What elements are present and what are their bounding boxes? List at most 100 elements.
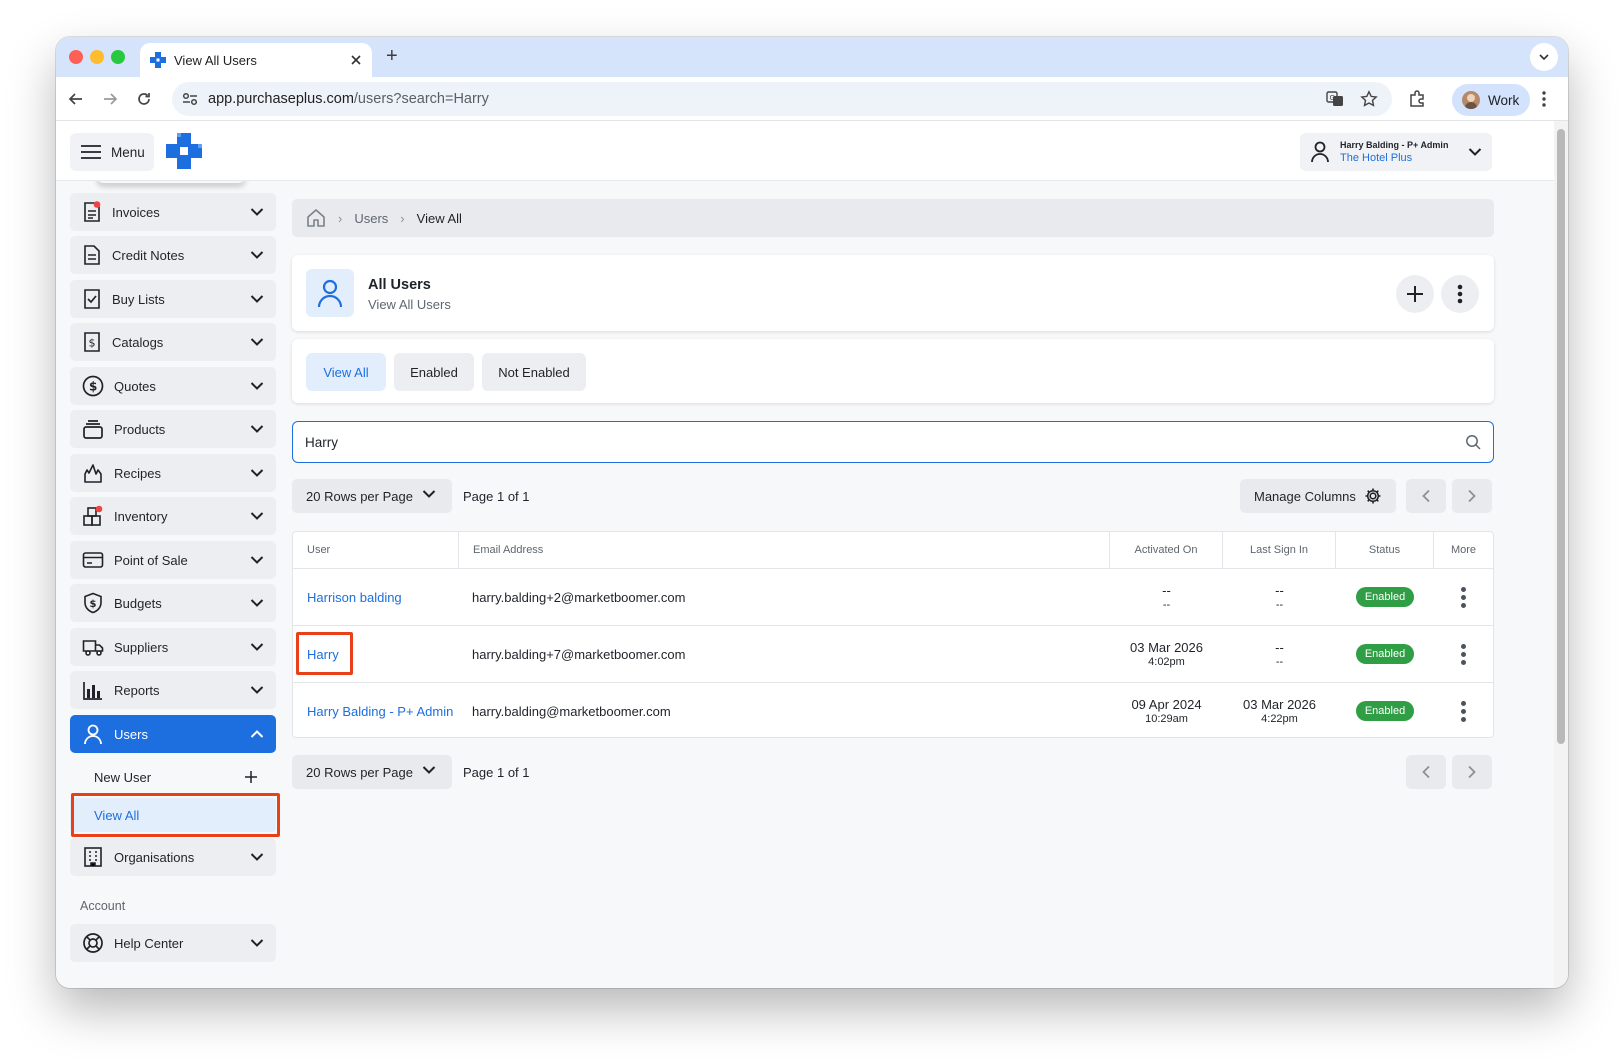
user-icon xyxy=(317,279,343,308)
page-info: Page 1 of 1 xyxy=(463,489,530,504)
scrollbar-thumb[interactable] xyxy=(1557,129,1565,744)
sidebar-item-invoices[interactable]: Invoices xyxy=(70,193,276,231)
sidebar-item-label: Organisations xyxy=(114,849,195,865)
status-badge: Enabled xyxy=(1355,587,1415,607)
activated-on-cell: 09 Apr 2024 10:29am xyxy=(1131,696,1202,725)
chevron-down-icon xyxy=(250,469,264,477)
user-icon xyxy=(84,724,102,745)
sidebar-item-label: Point of Sale xyxy=(114,552,188,568)
user-link[interactable]: Harry Balding - P+ Admin xyxy=(307,704,453,719)
tab-view-all[interactable]: View All xyxy=(306,353,386,391)
user-link[interactable]: Harrison balding xyxy=(307,590,402,605)
profile-button[interactable]: Work xyxy=(1452,84,1530,116)
vertical-dots-icon xyxy=(1457,284,1463,304)
manage-columns-button[interactable]: Manage Columns xyxy=(1240,479,1396,513)
browser-tab[interactable]: View All Users xyxy=(140,43,372,77)
vertical-dots-icon xyxy=(1461,700,1466,722)
sidebar-item-suppliers[interactable]: Suppliers xyxy=(70,628,276,666)
sidebar-item-catalogs[interactable]: $ Catalogs xyxy=(70,323,276,361)
sidebar-item-label: Catalogs xyxy=(112,334,164,350)
site-settings-icon[interactable] xyxy=(182,92,198,106)
page-subtitle: View All Users xyxy=(368,297,451,312)
sidebar-item-reports[interactable]: Reports xyxy=(70,671,276,709)
chevron-left-icon xyxy=(1422,765,1430,779)
next-page-button[interactable] xyxy=(1452,479,1492,513)
column-header-user[interactable]: User xyxy=(293,532,459,568)
sidebar-item-budgets[interactable]: $ Budgets xyxy=(70,584,276,622)
sidebar-item-inventory[interactable]: Inventory xyxy=(70,497,276,535)
vertical-dots-icon xyxy=(1461,643,1466,665)
column-header-last-sign-in[interactable]: Last Sign In xyxy=(1223,532,1336,568)
svg-text:G: G xyxy=(1330,94,1335,102)
tab-search-button[interactable] xyxy=(1530,43,1558,71)
extensions-icon[interactable] xyxy=(1408,90,1426,108)
catalog-dollar-icon: $ xyxy=(84,332,100,352)
user-account-dropdown[interactable]: Harry Balding - P+ Admin The Hotel Plus xyxy=(1300,133,1492,171)
previous-page-button-bottom[interactable] xyxy=(1406,755,1446,789)
reload-button[interactable] xyxy=(132,87,156,111)
browser-menu-button[interactable] xyxy=(1532,87,1556,111)
row-more-button[interactable] xyxy=(1434,626,1493,682)
sidebar-item-products[interactable]: Products xyxy=(70,410,276,448)
search-icon[interactable] xyxy=(1465,434,1481,450)
sidebar-item-recipes[interactable]: Recipes xyxy=(70,454,276,492)
url-field[interactable]: app.purchaseplus.com/users?search=Harry … xyxy=(172,82,1392,116)
more-actions-button[interactable] xyxy=(1441,275,1479,313)
sidebar-item-label: Budgets xyxy=(114,595,162,611)
purchaseplus-logo[interactable] xyxy=(166,133,202,169)
translate-icon[interactable]: G xyxy=(1326,91,1344,107)
vertical-dots-icon xyxy=(1542,91,1546,107)
row-more-button[interactable] xyxy=(1434,683,1493,739)
highlight-box-harry xyxy=(296,632,353,675)
column-header-email[interactable]: Email Address xyxy=(459,532,1110,568)
breadcrumb-users[interactable]: Users xyxy=(354,211,388,226)
new-tab-button[interactable]: + xyxy=(386,45,398,68)
tab-strip: View All Users + xyxy=(56,37,1568,77)
add-user-button[interactable] xyxy=(1396,275,1434,313)
close-tab-icon[interactable] xyxy=(350,54,362,66)
sidebar-item-organisations[interactable]: Organisations xyxy=(70,838,276,876)
search-field[interactable] xyxy=(292,421,1494,463)
chevron-down-icon xyxy=(250,295,264,303)
back-button[interactable] xyxy=(64,87,88,111)
address-bar-row: app.purchaseplus.com/users?search=Harry … xyxy=(56,77,1568,121)
sidebar-item-point-of-sale[interactable]: Point of Sale xyxy=(70,541,276,579)
arrow-left-icon xyxy=(68,93,82,105)
close-window-button[interactable] xyxy=(69,50,83,64)
tab-enabled[interactable]: Enabled xyxy=(394,353,474,391)
next-page-button-bottom[interactable] xyxy=(1452,755,1492,789)
status-badge: Enabled xyxy=(1355,701,1415,721)
sidebar-item-help-center[interactable]: Help Center xyxy=(70,924,276,962)
app-area: Menu Harry Balding - P+ Admin The Hotel … xyxy=(56,121,1554,988)
menu-button[interactable]: Menu xyxy=(70,133,154,171)
breadcrumb: › Users › View All xyxy=(292,199,1494,237)
rows-per-page-select-bottom[interactable]: 20 Rows per Page xyxy=(292,755,452,789)
column-header-activated-on[interactable]: Activated On xyxy=(1110,532,1223,568)
sidebar-item-label: Credit Notes xyxy=(112,247,185,263)
sidebar-item-users[interactable]: Users xyxy=(70,715,276,753)
sidebar-item-label: Recipes xyxy=(114,465,161,481)
maximize-window-button[interactable] xyxy=(111,50,125,64)
sidebar-item-quotes[interactable]: $ Quotes xyxy=(70,367,276,405)
bar-chart-icon xyxy=(83,682,102,700)
bookmark-star-icon[interactable] xyxy=(1360,90,1378,108)
minimize-window-button[interactable] xyxy=(90,50,104,64)
sidebar-item-credit-notes[interactable]: Credit Notes xyxy=(70,236,276,274)
forward-button[interactable] xyxy=(98,87,122,111)
home-icon[interactable] xyxy=(306,208,326,228)
activated-on-cell: -- -- xyxy=(1162,582,1171,611)
search-input[interactable] xyxy=(305,434,1445,450)
breadcrumb-view-all: View All xyxy=(416,210,462,226)
sidebar-item-buy-lists[interactable]: Buy Lists xyxy=(70,280,276,318)
users-header-icon-tile xyxy=(306,269,354,317)
tab-title: View All Users xyxy=(174,52,257,68)
table-row: Harry harry.balding+7@marketboomer.com 0… xyxy=(293,625,1493,682)
sidebar-subitem-new-user[interactable]: New User xyxy=(70,760,276,794)
chevron-down-icon xyxy=(1539,54,1549,61)
previous-page-button[interactable] xyxy=(1406,479,1446,513)
row-more-button[interactable] xyxy=(1434,569,1493,625)
chevron-down-icon xyxy=(250,599,264,607)
truck-icon xyxy=(82,640,104,656)
tab-not-enabled[interactable]: Not Enabled xyxy=(482,353,586,391)
rows-per-page-select[interactable]: 20 Rows per Page xyxy=(292,479,452,513)
